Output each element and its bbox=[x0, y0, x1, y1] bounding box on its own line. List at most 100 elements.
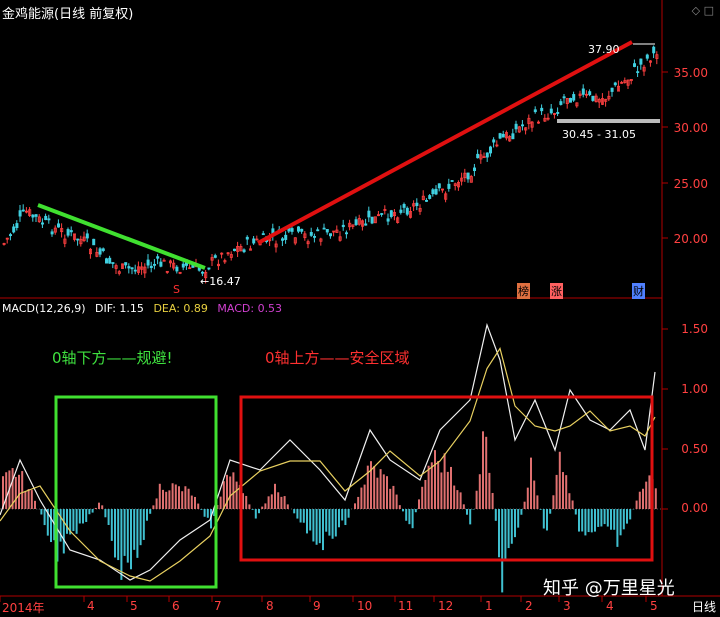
candle-body bbox=[69, 230, 73, 233]
macd-bar bbox=[110, 509, 113, 541]
candle-body bbox=[8, 234, 12, 237]
macd-bar bbox=[277, 492, 280, 509]
macd-tick: 0.50 bbox=[681, 442, 708, 456]
macd-bar bbox=[165, 491, 168, 509]
candle-body bbox=[652, 46, 656, 54]
macd-bar bbox=[123, 509, 126, 556]
candle-body bbox=[581, 88, 585, 95]
macd-bar bbox=[584, 509, 587, 536]
macd-bar bbox=[82, 509, 84, 524]
candle-body bbox=[613, 82, 617, 86]
window-controls[interactable]: ◇ □ bbox=[692, 4, 714, 17]
candle-body bbox=[472, 167, 476, 172]
maximize-icon[interactable]: □ bbox=[704, 4, 714, 17]
candle-body bbox=[370, 216, 374, 224]
window-title: 金鸡能源(日线 前复权) bbox=[2, 7, 134, 22]
event-marker-cai[interactable]: 财 bbox=[632, 283, 645, 299]
macd-bar bbox=[203, 509, 206, 517]
macd-tick: 1.50 bbox=[681, 322, 708, 336]
macd-bar bbox=[200, 509, 203, 510]
macd-bar bbox=[258, 509, 260, 514]
macd-bar bbox=[184, 486, 187, 509]
macd-bar bbox=[542, 509, 545, 529]
macd-bar bbox=[552, 495, 555, 509]
macd-bar bbox=[635, 500, 638, 509]
price-tick: 20.00 bbox=[673, 232, 708, 246]
macd-bar bbox=[341, 509, 344, 521]
macd-bar bbox=[286, 504, 289, 509]
macd-bar bbox=[59, 509, 62, 542]
macd-bar bbox=[14, 476, 17, 509]
macd-bar bbox=[398, 505, 401, 509]
candle-body bbox=[34, 214, 38, 217]
time-label: 8 bbox=[266, 599, 274, 613]
macd-bar bbox=[574, 509, 577, 515]
low-price-label: ←16.47 bbox=[200, 275, 241, 288]
macd-bar bbox=[405, 509, 408, 521]
candle-body bbox=[364, 223, 368, 226]
macd-bar bbox=[581, 509, 584, 532]
macd-bar bbox=[382, 474, 385, 509]
candle-body bbox=[152, 263, 156, 266]
macd-bar bbox=[139, 509, 142, 546]
macd-bar bbox=[523, 501, 526, 509]
macd-bar bbox=[472, 509, 475, 510]
macd-bar bbox=[616, 509, 619, 547]
period-tab-daily[interactable]: 日线 bbox=[692, 598, 716, 615]
macd-bar bbox=[619, 509, 622, 536]
candle-body bbox=[130, 267, 134, 270]
macd-bar bbox=[174, 484, 177, 509]
macd-bar bbox=[94, 507, 97, 509]
macd-bar bbox=[571, 500, 574, 509]
candle-body bbox=[108, 257, 112, 264]
macd-bar bbox=[40, 509, 43, 515]
time-label: 9 bbox=[313, 599, 321, 613]
macd-bar bbox=[206, 509, 209, 518]
macd-bar bbox=[30, 490, 33, 509]
candle-body bbox=[18, 210, 22, 217]
macd-bar bbox=[456, 490, 459, 509]
macd-bar bbox=[194, 496, 196, 509]
candle-body bbox=[232, 248, 236, 251]
macd-bar bbox=[504, 509, 507, 560]
macd-bar bbox=[562, 472, 564, 509]
macd-bar bbox=[50, 509, 52, 543]
macd-bar bbox=[568, 493, 571, 509]
candle-body bbox=[15, 223, 19, 229]
above-zero-zone-box bbox=[239, 395, 654, 562]
below-zero-note: 0轴下方——规避! bbox=[52, 349, 173, 367]
candle-body bbox=[21, 209, 25, 212]
candle-body bbox=[98, 248, 102, 255]
macd-bar bbox=[597, 509, 600, 527]
macd-bar bbox=[296, 509, 299, 519]
below-zero-zone-box bbox=[54, 395, 218, 589]
candle-body bbox=[322, 227, 326, 230]
macd-bar bbox=[88, 509, 91, 515]
macd-bar bbox=[130, 509, 132, 570]
event-marker-zhang[interactable]: 涨 bbox=[550, 283, 563, 299]
candle-body bbox=[159, 261, 163, 267]
macd-bar bbox=[514, 509, 516, 538]
event-marker-bang[interactable]: 榜 bbox=[517, 283, 530, 299]
candle-body bbox=[242, 249, 246, 253]
macd-bar bbox=[254, 509, 257, 519]
macd-bar bbox=[443, 453, 446, 509]
macd-bar bbox=[187, 488, 190, 509]
candle-body bbox=[450, 180, 454, 182]
candle-body bbox=[645, 54, 649, 59]
macd-bar bbox=[27, 489, 30, 509]
candle-body bbox=[559, 101, 563, 105]
macd-bar bbox=[181, 491, 184, 509]
candle-body bbox=[344, 232, 348, 235]
candle-body bbox=[492, 139, 496, 143]
macd-bar bbox=[325, 509, 328, 532]
diamond-icon[interactable]: ◇ bbox=[692, 4, 700, 17]
macd-bar bbox=[114, 509, 116, 558]
macd-bar bbox=[446, 471, 449, 509]
event-marker-s[interactable]: S bbox=[172, 283, 181, 296]
candle-body bbox=[610, 87, 614, 92]
candle-body bbox=[488, 146, 492, 154]
macd-bar bbox=[66, 509, 68, 534]
macd-bar bbox=[178, 486, 180, 509]
macd-bar bbox=[501, 509, 504, 593]
